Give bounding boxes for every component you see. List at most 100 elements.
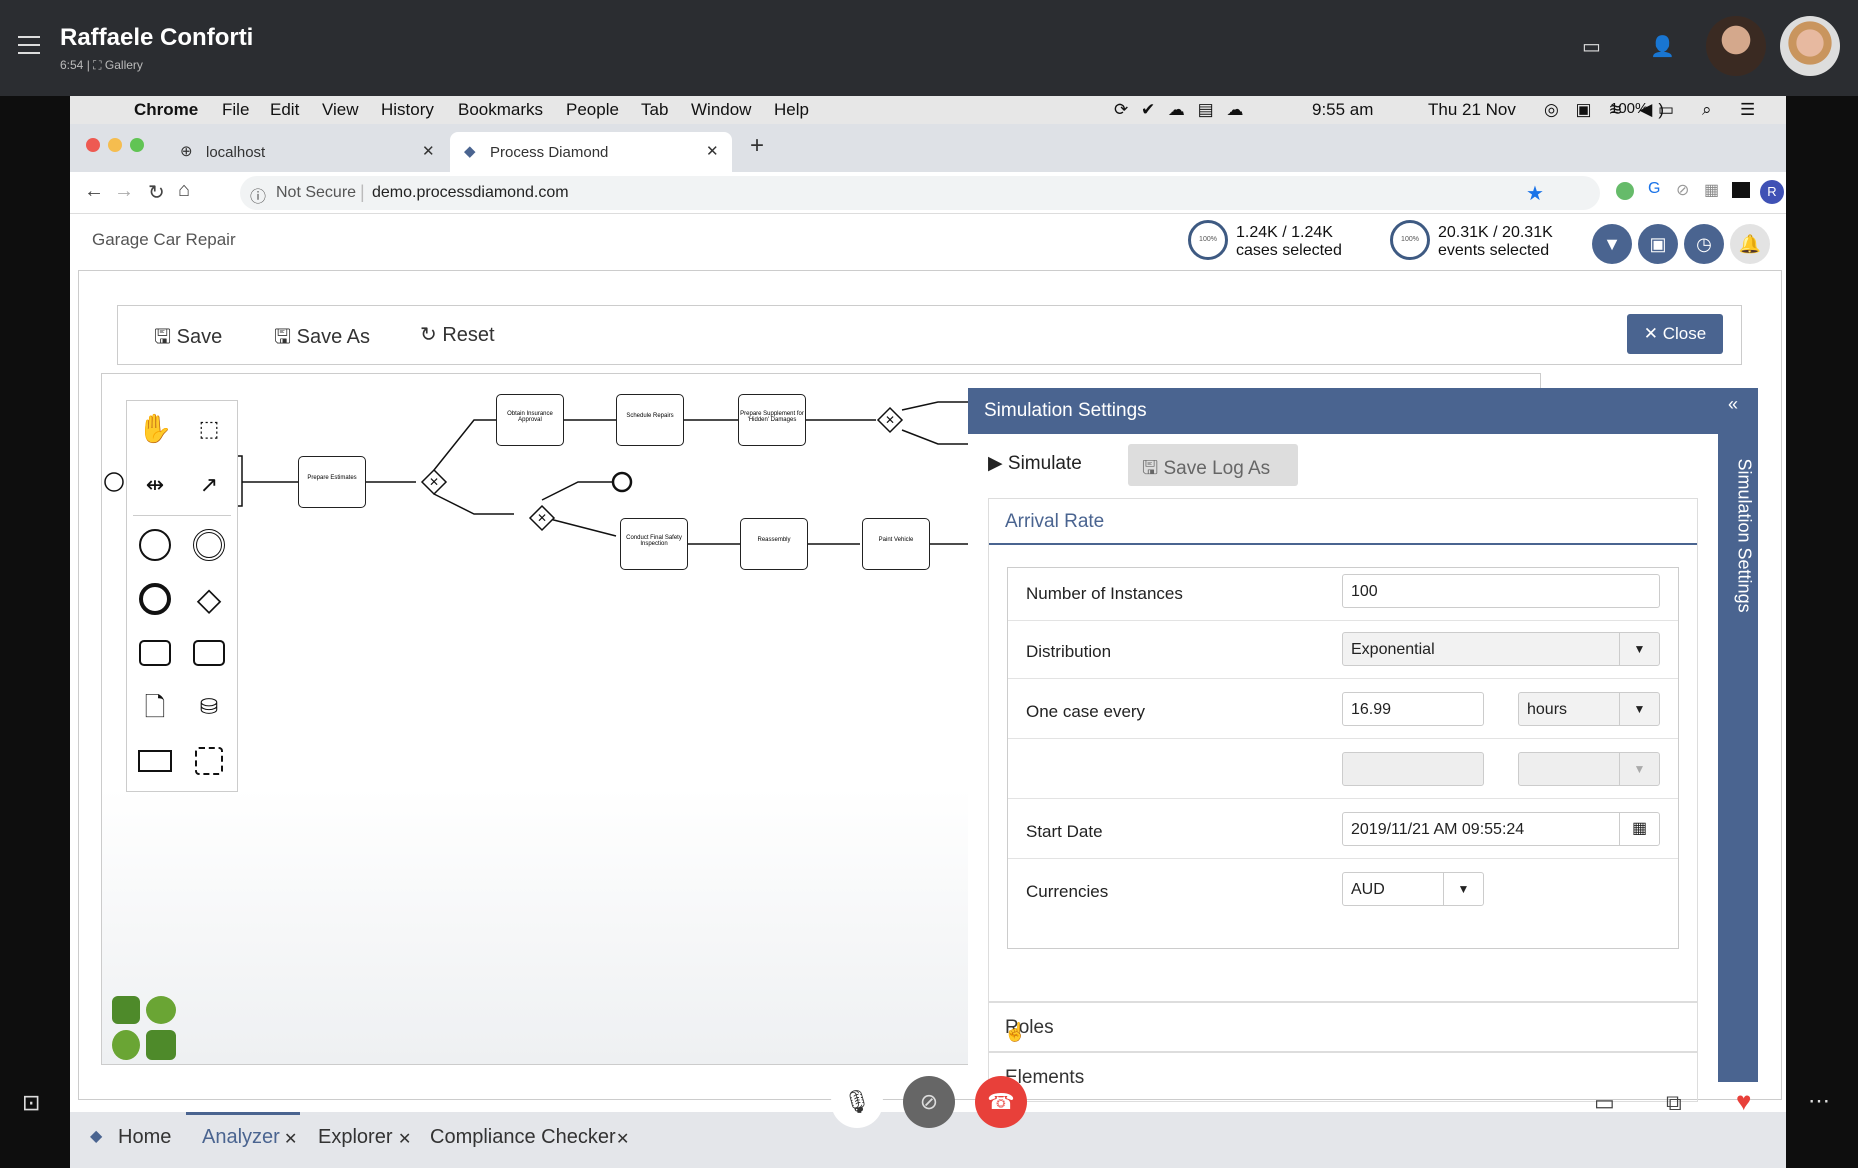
new-tab-button[interactable]: +	[750, 132, 764, 172]
avatar[interactable]	[1706, 16, 1766, 76]
space-tool-icon[interactable]: ⇹	[135, 465, 175, 505]
filter-button[interactable]: ▼	[1592, 224, 1632, 264]
simulation-side-toggle[interactable]: « Simulation Settings	[1718, 388, 1758, 1082]
task-prepare-estimates[interactable]: Prepare Estimates	[298, 456, 366, 508]
menu-item[interactable]: View	[322, 100, 359, 120]
gateway-icon[interactable]: ◇	[189, 579, 229, 619]
time-unit-select[interactable]: hours ▼	[1518, 692, 1660, 726]
star-icon[interactable]: ★	[1526, 181, 1544, 206]
group-icon[interactable]	[189, 741, 229, 781]
task-schedule-repairs[interactable]: Schedule Repairs	[616, 394, 684, 446]
microphone-icon: 🎙	[843, 1089, 871, 1114]
connect-tool-icon[interactable]: ↗	[189, 465, 229, 505]
task-obtain-insurance[interactable]: Obtain Insurance Approval	[496, 394, 564, 446]
arrival-rate-tab[interactable]: Arrival Rate	[989, 499, 1697, 545]
menu-item[interactable]: Bookmarks	[458, 100, 543, 120]
close-tab-icon[interactable]: ✕	[284, 1129, 297, 1149]
omnibox[interactable]: ⓘ Not Secure | demo.processdiamond.com ★	[240, 176, 1600, 210]
lasso-tool-icon[interactable]: ⬚	[189, 409, 229, 449]
translate-icon[interactable]: G	[1648, 180, 1660, 198]
history-button[interactable]: ◷	[1684, 224, 1724, 264]
menu-item[interactable]: People	[566, 100, 619, 120]
simulate-button[interactable]: ▶ Simulate	[988, 452, 1082, 475]
menu-icon[interactable]	[18, 36, 40, 54]
start-date-input[interactable]: 2019/11/21 AM 09:55:24 ▦	[1342, 812, 1660, 846]
reload-icon[interactable]: ↻	[148, 180, 165, 205]
notifications-button[interactable]: 🔔	[1730, 224, 1770, 264]
intermediate-event-icon[interactable]	[189, 525, 229, 565]
screen-share-icon[interactable]: ▭	[1582, 34, 1601, 59]
menu-item[interactable]: Help	[774, 100, 809, 120]
hand-tool-icon[interactable]: ✋	[135, 409, 175, 449]
save-log-as-button[interactable]: 🖫 Save Log As	[1128, 444, 1298, 486]
elements-section[interactable]: Elements	[988, 1052, 1698, 1102]
diamond-icon: ◆	[464, 143, 476, 160]
pool-icon[interactable]	[135, 741, 175, 781]
tab-analyzer[interactable]: Analyzer	[202, 1126, 280, 1149]
home-icon[interactable]: ⌂	[178, 179, 190, 202]
close-tab-icon[interactable]: ✕	[616, 1129, 629, 1149]
menu-item[interactable]: File	[222, 100, 249, 120]
profile-avatar[interactable]: R	[1760, 180, 1784, 204]
menu-item[interactable]: History	[381, 100, 434, 120]
close-button[interactable]: ✕ Close	[1627, 314, 1723, 354]
hang-up-button[interactable]: ☎	[975, 1076, 1027, 1128]
extension-icon[interactable]	[1616, 182, 1634, 200]
data-object-icon[interactable]: 🗋	[135, 687, 175, 727]
extension-icon[interactable]	[1732, 182, 1750, 198]
menu-item[interactable]: Window	[691, 100, 751, 120]
start-event-icon[interactable]	[135, 525, 175, 565]
info-icon[interactable]: ⓘ	[250, 183, 266, 207]
menu-item[interactable]: Edit	[270, 100, 299, 120]
end-event-icon[interactable]	[135, 579, 175, 619]
close-tab-icon[interactable]: ✕	[422, 142, 435, 160]
currency-select[interactable]: AUD ▼	[1342, 872, 1484, 906]
data-store-icon[interactable]: ⛁	[189, 687, 229, 727]
extension-icon[interactable]: ▦	[1704, 180, 1719, 200]
maximize-window-icon[interactable]	[130, 138, 144, 152]
instances-input[interactable]: 100	[1342, 574, 1660, 608]
close-tab-icon[interactable]: ✕	[398, 1129, 411, 1149]
close-window-icon[interactable]	[86, 138, 100, 152]
menu-item[interactable]: Tab	[641, 100, 668, 120]
back-icon[interactable]: ←	[84, 180, 104, 203]
distribution-select[interactable]: Exponential ▼	[1342, 632, 1660, 666]
minimize-window-icon[interactable]	[108, 138, 122, 152]
task-conduct-inspection[interactable]: Conduct Final Safety Inspection	[620, 518, 688, 570]
calendar-icon[interactable]: ▦	[1619, 813, 1659, 845]
search-icon[interactable]: ⌕	[1702, 100, 1712, 120]
list-icon[interactable]: ☰	[1740, 100, 1755, 120]
add-person-icon[interactable]: 👤	[1650, 34, 1675, 59]
camera-off-button[interactable]: ⊘	[903, 1076, 955, 1128]
switch-window-icon[interactable]: ⧉	[1666, 1090, 1682, 1116]
chat-icon[interactable]: ▭	[1594, 1090, 1615, 1116]
roles-section[interactable]: Roles	[988, 1002, 1698, 1052]
microphone-button[interactable]: 🎙	[831, 1076, 883, 1128]
save-button[interactable]: 🖫 Save	[154, 322, 222, 356]
avatar[interactable]	[1780, 16, 1840, 76]
screenshot-icon[interactable]: ⊡	[22, 1090, 40, 1116]
tab-localhost[interactable]: ⊕ localhost ✕	[170, 132, 450, 172]
task-icon[interactable]	[135, 633, 175, 673]
url-text[interactable]: demo.processdiamond.com	[372, 184, 569, 202]
menu-app-name[interactable]: Chrome	[134, 100, 198, 120]
reset-button[interactable]: ↻ Reset	[420, 322, 495, 347]
task-prepare-supplement[interactable]: Prepare Supplement for 'Hidden' Damages	[738, 394, 806, 446]
heart-icon[interactable]: ♥	[1736, 1086, 1751, 1117]
tab-process-diamond[interactable]: ◆ Process Diamond ✕	[450, 132, 732, 172]
save-log-button[interactable]: ▣	[1638, 224, 1678, 264]
forward-icon[interactable]: →	[114, 180, 134, 203]
gallery-label[interactable]: Gallery	[105, 58, 143, 72]
task-reassembly[interactable]: Reassembly	[740, 518, 808, 570]
save-icon: 🖫	[154, 326, 172, 348]
tab-compliance-checker[interactable]: Compliance Checker	[430, 1126, 616, 1149]
one-case-input[interactable]: 16.99	[1342, 692, 1484, 726]
extension-icon[interactable]: ⊘	[1676, 180, 1689, 200]
subprocess-icon[interactable]	[189, 633, 229, 673]
task-paint-vehicle[interactable]: Paint Vehicle	[862, 518, 930, 570]
close-tab-icon[interactable]: ✕	[706, 142, 719, 160]
tab-explorer[interactable]: Explorer	[318, 1126, 392, 1149]
tab-home[interactable]: Home	[118, 1126, 171, 1149]
save-as-button[interactable]: 🖫 Save As	[274, 322, 370, 356]
more-icon[interactable]: ⋯	[1808, 1088, 1830, 1114]
